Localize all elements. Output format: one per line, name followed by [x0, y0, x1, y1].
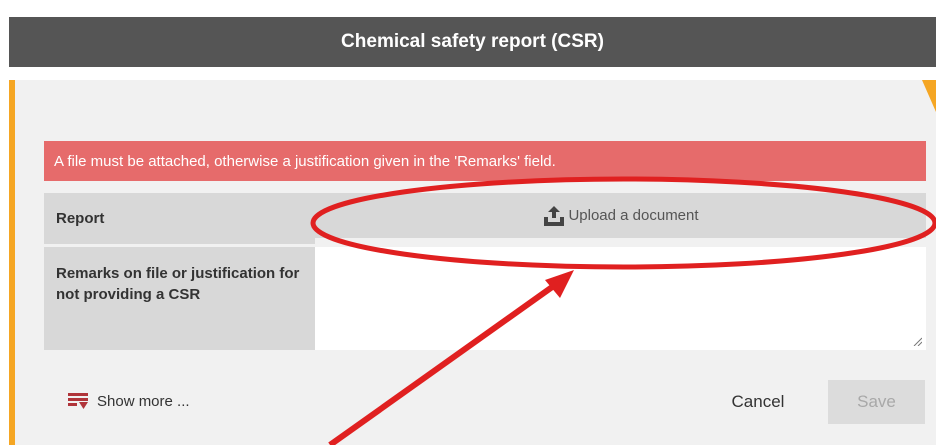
report-label-cell: Report: [44, 193, 315, 244]
show-more-link[interactable]: Show more ...: [67, 388, 190, 414]
accent-bar: [9, 80, 15, 445]
remarks-label-cell: Remarks on file or justification for not…: [44, 247, 315, 350]
show-more-label: Show more ...: [97, 392, 190, 410]
cancel-label: Cancel: [731, 392, 785, 411]
remarks-textarea[interactable]: [315, 247, 926, 350]
resize-grip-icon[interactable]: [912, 336, 922, 346]
dialog-title: Chemical safety report (CSR): [341, 31, 604, 52]
report-label: Report: [56, 210, 105, 227]
remarks-label: Remarks on file or justification for not…: [56, 265, 300, 303]
upload-label: Upload a document: [568, 207, 699, 224]
corner-flag-icon: [922, 80, 936, 112]
show-more-icon: [68, 393, 88, 409]
dialog-header: Chemical safety report (CSR): [9, 17, 936, 67]
upload-icon: [544, 205, 565, 226]
save-label: Save: [857, 392, 896, 411]
upload-document-button[interactable]: Upload a document: [315, 193, 926, 238]
error-banner: A file must be attached, otherwise a jus…: [44, 141, 926, 181]
error-message: A file must be attached, otherwise a jus…: [54, 152, 556, 170]
save-button[interactable]: Save: [828, 380, 925, 424]
cancel-button[interactable]: Cancel: [714, 380, 802, 424]
